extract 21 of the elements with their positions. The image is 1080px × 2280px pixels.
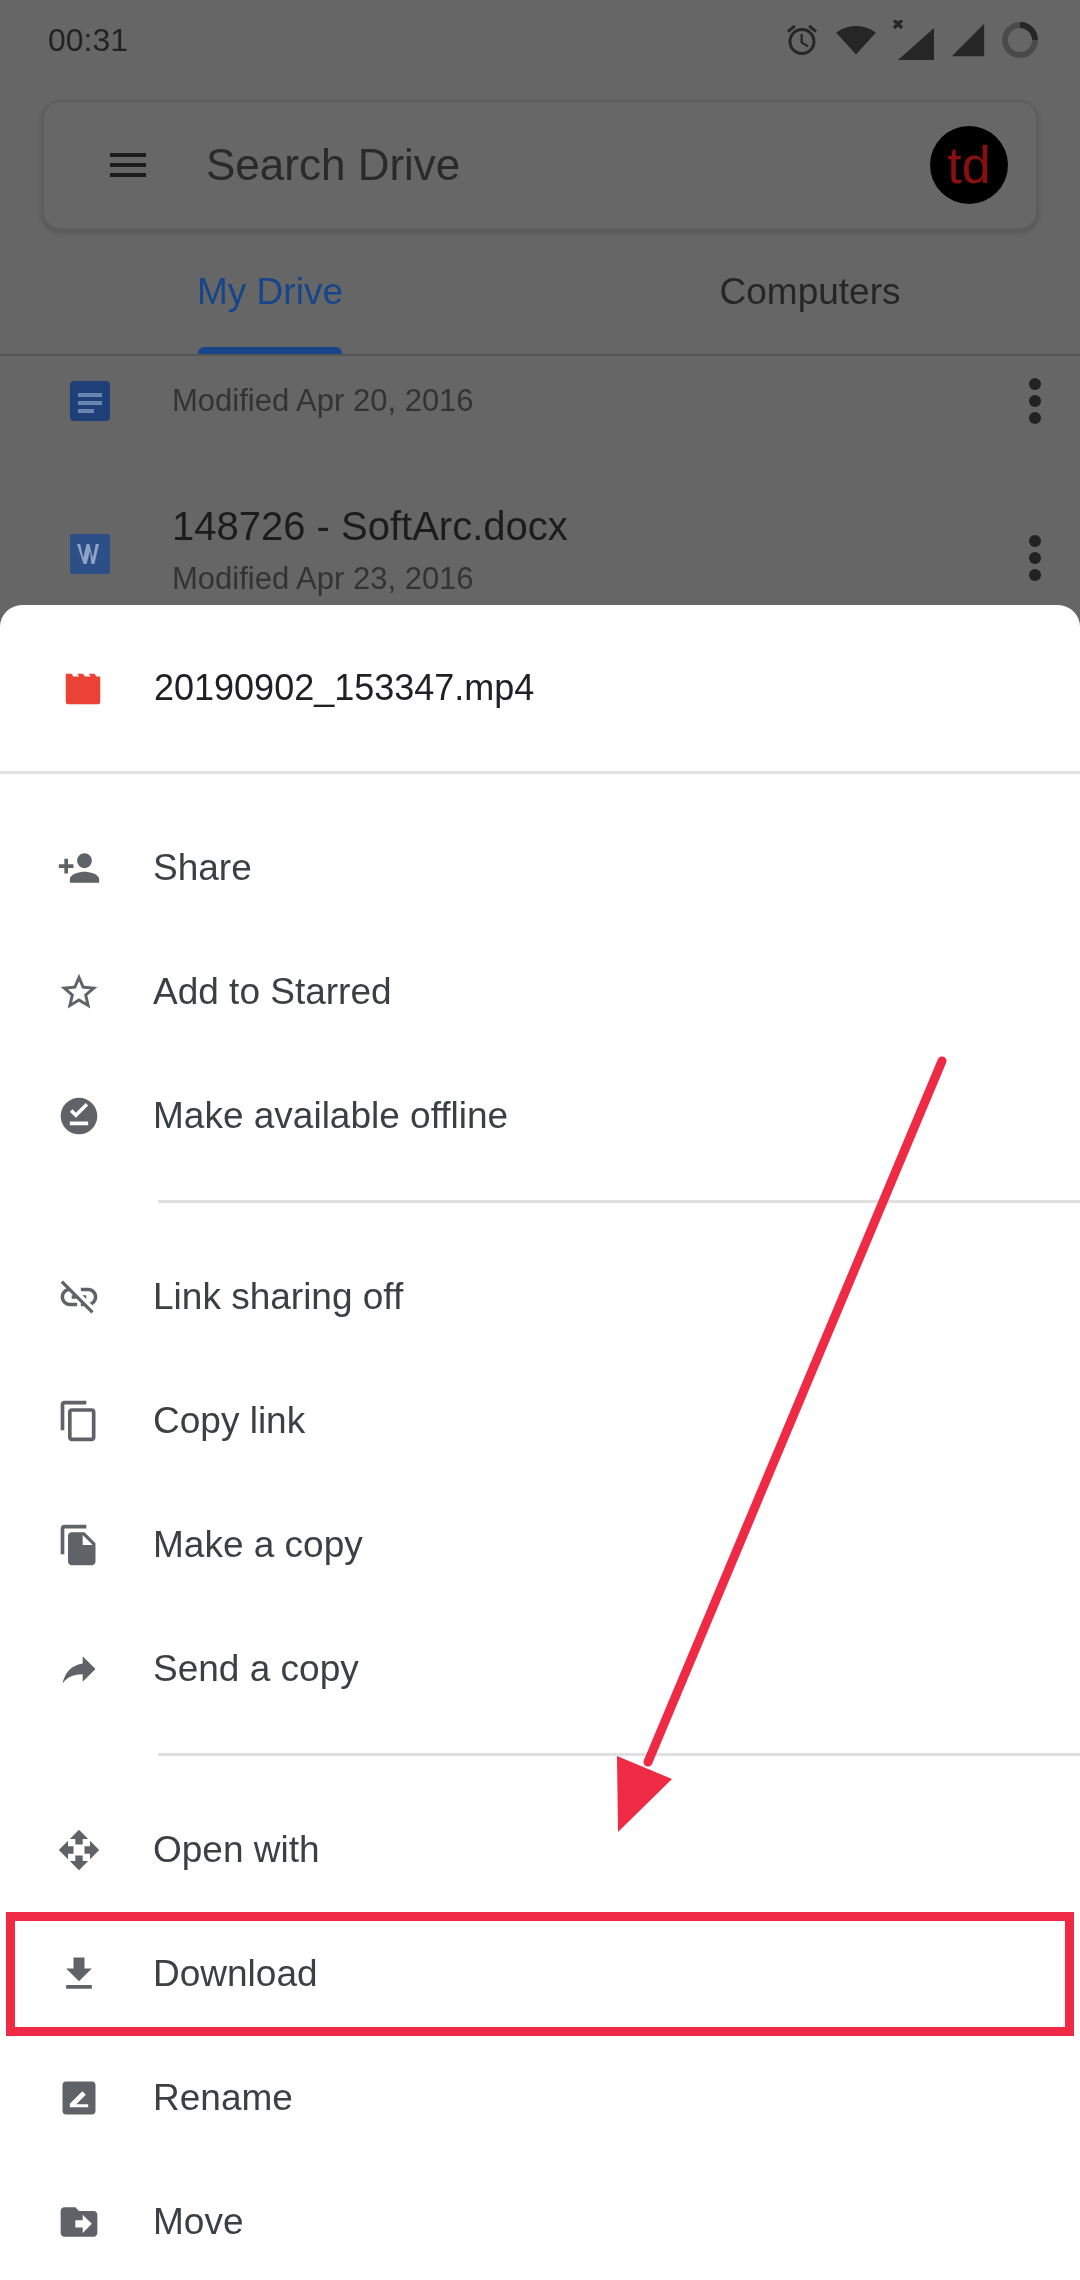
- signal-icon: [950, 22, 986, 58]
- search-field[interactable]: Search Drive: [204, 139, 930, 191]
- menu-item[interactable]: Link sharing off: [0, 1235, 1080, 1359]
- menu-item[interactable]: Move: [0, 2160, 1080, 2280]
- menu-item[interactable]: Make available offline: [0, 1054, 1080, 1178]
- four-arrows-icon: [57, 1828, 101, 1872]
- menu-item[interactable]: Copy link: [0, 1359, 1080, 1483]
- battery-ring-icon: [1000, 20, 1040, 60]
- status-time: 00:31: [48, 21, 129, 59]
- menu-item[interactable]: Download: [6, 1912, 1074, 2036]
- signal-icon: [892, 20, 936, 60]
- more-options-icon[interactable]: [1028, 534, 1042, 582]
- menu-item[interactable]: Send a copy: [0, 1607, 1080, 1731]
- menu-item[interactable]: Make a copy: [0, 1483, 1080, 1607]
- file-name: 20190902_153347.mp4: [154, 667, 535, 709]
- menu-item[interactable]: Share: [0, 806, 1080, 930]
- more-options-icon[interactable]: [1028, 377, 1042, 425]
- menu-item[interactable]: Add to Starred: [0, 930, 1080, 1054]
- menu-item[interactable]: Rename: [0, 2036, 1080, 2160]
- menu-item[interactable]: Open with: [0, 1788, 1080, 1912]
- alarm-icon: [784, 22, 820, 58]
